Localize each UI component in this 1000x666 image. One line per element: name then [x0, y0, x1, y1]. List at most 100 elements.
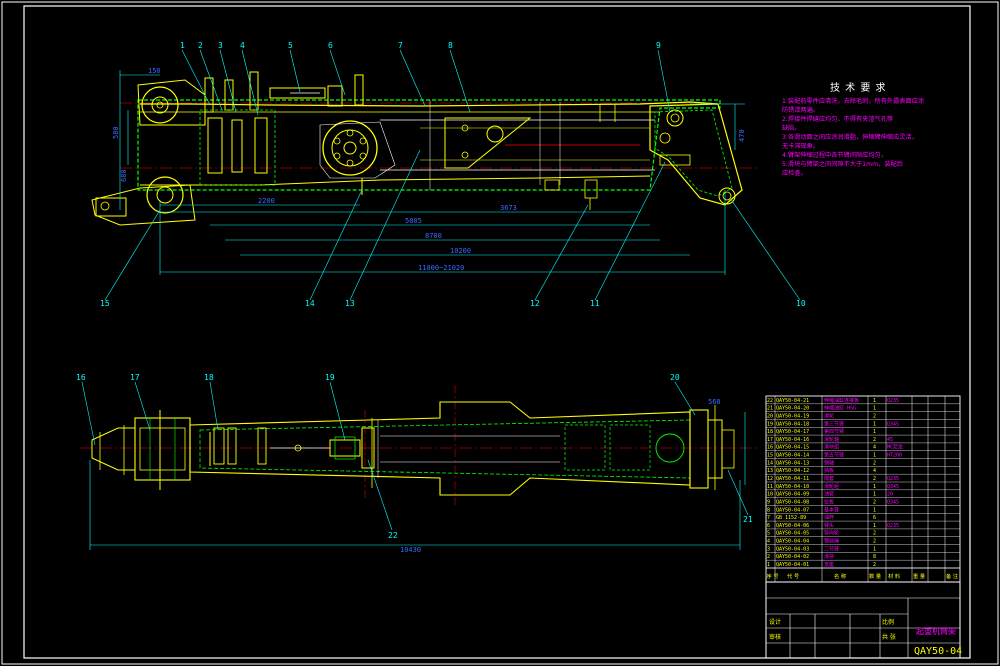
tech-req-line-5: 3.各滑动面之间应涂润滑脂，伸缩臂伸缩应灵活， — [782, 133, 918, 141]
parts-row-code: QAY50-04-02 — [776, 554, 809, 560]
parts-row-seq: 10 — [767, 492, 773, 498]
balloon-2: 2 — [198, 41, 203, 50]
parts-header-cell: 名 称 — [834, 572, 846, 580]
parts-row-seq: 19 — [767, 421, 773, 427]
dim-right-top: 560 — [708, 398, 721, 406]
dim-3: 8700 — [425, 232, 442, 240]
balloon-13: 13 — [345, 299, 355, 308]
parts-row-seq: 14 — [767, 460, 773, 466]
tech-req-title: 技 术 要 求 — [830, 81, 887, 94]
balloon-1: 1 — [180, 41, 185, 50]
tech-req-line-1: 1.装配前零件应清洗，去除毛刺，所有外露表面应涂 — [782, 97, 924, 105]
balloon-8: 8 — [448, 41, 453, 50]
parts-row-material: 20 — [887, 492, 893, 498]
parts-row-qty: 6 — [873, 515, 876, 521]
parts-header-cell: 数 量 — [869, 572, 881, 580]
parts-row-seq: 22 — [767, 398, 773, 404]
parts-row-name: 滑轮 — [824, 412, 834, 419]
parts-row-qty: 1 — [873, 523, 876, 529]
parts-row-name: 油杯 — [824, 514, 834, 521]
parts-row-code: QAY50-04-09 — [776, 492, 809, 498]
parts-row-name: 基本臂 — [824, 506, 839, 513]
balloon-6: 6 — [328, 41, 333, 50]
parts-header-cell: 代 号 — [787, 572, 799, 580]
parts-row-material: Q235 — [887, 398, 899, 404]
parts-row-material: Q235 — [887, 523, 899, 529]
parts-row-seq: 2 — [767, 554, 770, 560]
parts-row-seq: 12 — [767, 476, 773, 482]
parts-row-name: 钢丝绳 — [824, 538, 839, 545]
parts-row-seq: 18 — [767, 429, 773, 435]
parts-row-qty: 1 — [873, 507, 876, 513]
parts-row-code: QAY50-04-04 — [776, 539, 809, 545]
parts-row-material: MC尼龙 — [887, 444, 903, 451]
lower-pivot — [146, 176, 184, 214]
parts-row-material: Q345 — [887, 499, 899, 505]
parts-row-code: QAY50-04-11 — [776, 476, 809, 482]
parts-row-name: 伸缩油缸连接板 — [824, 397, 859, 404]
parts-row-seq: 13 — [767, 468, 773, 474]
parts-row-qty: 1 — [873, 484, 876, 490]
parts-row-seq: 6 — [767, 523, 770, 529]
sheet-label: 共 张 — [882, 633, 896, 641]
parts-row-material: Q345 — [887, 484, 899, 490]
parts-row-name: 第四节臂 — [824, 428, 844, 435]
parts-row-seq: 9 — [767, 499, 770, 505]
parts-row-seq: 17 — [767, 437, 773, 443]
parts-row-seq: 11 — [767, 484, 773, 490]
tech-req-line-9: 应检查。 — [782, 169, 807, 177]
parts-row-name: 支座 — [824, 561, 834, 568]
balloon-19: 19 — [325, 373, 335, 382]
parts-row-code: QAY50-04-20 — [776, 406, 809, 412]
parts-row-name: 第三节臂 — [824, 420, 844, 427]
tech-req-line-3: 2.焊接件焊缝应均匀，不得有夹渣气孔等 — [782, 115, 893, 123]
parts-row-name: 拉板 — [824, 498, 834, 505]
parts-row-name: 隔套 — [824, 475, 834, 482]
dim-left-a: 580 — [112, 126, 120, 139]
dim-overall: 10430 — [400, 546, 421, 554]
parts-row-name: 挡板 — [824, 467, 834, 474]
balloon-20: 20 — [670, 373, 680, 382]
parts-row-qty: 2 — [873, 460, 876, 466]
parts-row-code: QAY50-04-19 — [776, 413, 809, 419]
balloon-3: 3 — [218, 41, 223, 50]
parts-row-code: QAY50-04-01 — [776, 562, 809, 568]
balloon-16: 16 — [76, 373, 86, 382]
parts-row-code: QAY50-04-10 — [776, 484, 809, 490]
parts-row-seq: 15 — [767, 453, 773, 459]
balloon-21: 21 — [743, 515, 753, 524]
balloon-11: 11 — [590, 299, 600, 308]
parts-row-code: QAY50-04-07 — [776, 507, 809, 513]
parts-row-material: 45 — [887, 437, 893, 443]
balloon-7: 7 — [398, 41, 403, 50]
parts-row-seq: 7 — [767, 515, 770, 521]
parts-row-code: QAY50-04-14 — [776, 453, 809, 459]
parts-row-code: QAY50-04-03 — [776, 546, 809, 552]
parts-row-name: 第五节臂 — [824, 452, 844, 459]
parts-row-material: Q345 — [887, 421, 899, 427]
parts-row-code: QAY50-04-18 — [776, 421, 809, 427]
parts-row-qty: 2 — [873, 499, 876, 505]
check-label: 审核 — [769, 633, 781, 641]
bottom-view — [80, 381, 760, 550]
parts-row-qty: 2 — [873, 476, 876, 482]
parts-row-qty: 1 — [873, 492, 876, 498]
parts-row-name: 滑轮轴 — [824, 436, 839, 443]
balloon-4: 4 — [240, 41, 245, 50]
parts-header-cell: 重 量 — [913, 572, 925, 580]
parts-row-qty: 2 — [873, 539, 876, 545]
balloon-10: 10 — [796, 299, 806, 308]
parts-header-cell: 材 料 — [888, 572, 900, 580]
parts-row-name: 销轴 — [824, 459, 834, 466]
parts-row-qty: 1 — [873, 546, 876, 552]
dim-4: 10200 — [450, 247, 471, 255]
parts-row-qty: 1 — [873, 398, 876, 404]
design-label: 设计 — [769, 618, 781, 626]
parts-row-name: 滑块 — [824, 553, 834, 560]
parts-row-qty: 1 — [873, 406, 876, 412]
upper-pivot — [141, 86, 179, 124]
title-block: 起重机臂架 QAY50-04 比例 共 张 设计 审核 — [765, 581, 962, 659]
top-view — [91, 49, 801, 301]
parts-row-seq: 1 — [767, 562, 770, 568]
parts-header-cell: 备 注 — [946, 572, 958, 580]
